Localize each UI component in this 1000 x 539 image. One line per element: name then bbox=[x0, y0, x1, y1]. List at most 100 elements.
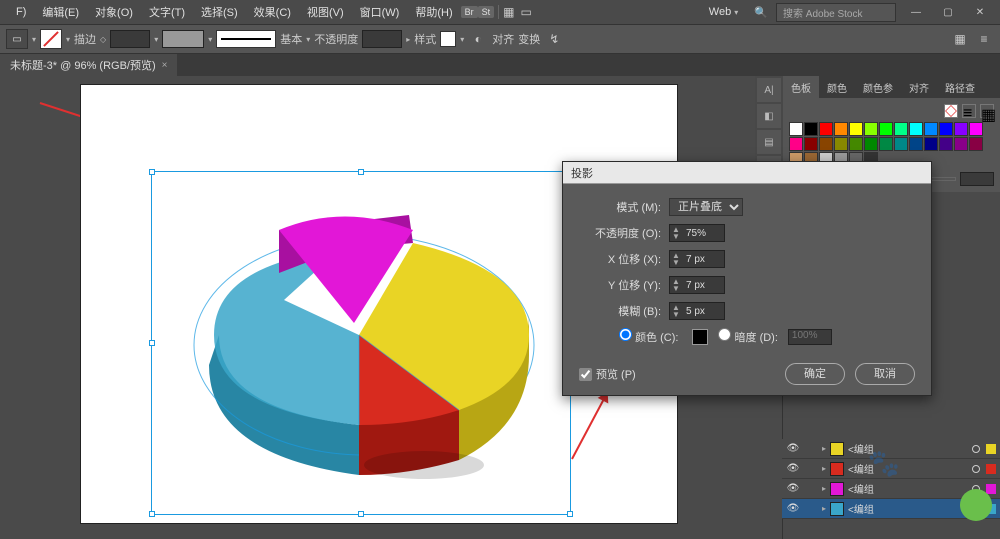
menu-window[interactable]: 窗口(W) bbox=[352, 4, 408, 20]
ok-button[interactable]: 确定 bbox=[785, 363, 845, 385]
grid-view-icon[interactable]: ▦ bbox=[980, 104, 994, 118]
document-tab[interactable]: 未标题-3* @ 96% (RGB/预览) × bbox=[0, 54, 177, 76]
blur-input[interactable]: ▲▼5 px bbox=[669, 302, 725, 320]
expand-icon[interactable]: ▸ bbox=[822, 484, 826, 493]
color-swatch[interactable] bbox=[692, 329, 708, 345]
workspace-switcher[interactable]: Web ▾ bbox=[701, 6, 747, 18]
expand-icon[interactable]: ▸ bbox=[822, 444, 826, 453]
recolor-icon[interactable]: ◐ bbox=[468, 29, 488, 49]
swatch[interactable] bbox=[864, 122, 878, 136]
maximize-button[interactable]: ▢ bbox=[936, 7, 960, 18]
tab-swatches[interactable]: 色板 bbox=[783, 76, 819, 98]
mode-select[interactable]: 正片叠底 bbox=[669, 198, 743, 216]
menu-effect[interactable]: 效果(C) bbox=[246, 4, 299, 20]
swatch[interactable] bbox=[909, 122, 923, 136]
swatch[interactable] bbox=[834, 137, 848, 151]
visibility-icon[interactable]: 👁 bbox=[786, 443, 800, 454]
dialog-title[interactable]: 投影 bbox=[563, 162, 931, 184]
swatch[interactable] bbox=[849, 122, 863, 136]
list-view-icon[interactable]: ≡ bbox=[962, 104, 976, 118]
y-offset-input[interactable]: ▲▼7 px bbox=[669, 276, 725, 294]
swatch[interactable] bbox=[924, 122, 938, 136]
stroke-profile[interactable] bbox=[216, 30, 276, 48]
bridge-badge[interactable]: Br bbox=[461, 6, 478, 18]
resize-handle[interactable] bbox=[149, 340, 155, 346]
stroke-weight-input[interactable] bbox=[110, 30, 150, 48]
swatch[interactable] bbox=[954, 122, 968, 136]
resize-handle[interactable] bbox=[567, 511, 573, 517]
close-button[interactable]: ✕ bbox=[968, 7, 992, 18]
panel-icon[interactable]: A| bbox=[757, 78, 781, 102]
swatch[interactable] bbox=[924, 137, 938, 151]
menu-select[interactable]: 选择(S) bbox=[193, 4, 246, 20]
expand-icon[interactable]: ▸ bbox=[822, 504, 826, 513]
visibility-icon[interactable]: 👁 bbox=[786, 483, 800, 494]
menu-view[interactable]: 视图(V) bbox=[299, 4, 352, 20]
resize-handle[interactable] bbox=[149, 169, 155, 175]
swatch[interactable] bbox=[864, 137, 878, 151]
search-input[interactable]: 搜索 Adobe Stock bbox=[776, 3, 896, 22]
layer-thumbnail bbox=[830, 482, 844, 496]
darkness-radio[interactable]: 暗度 (D): bbox=[718, 328, 777, 345]
fill-stroke-icon[interactable] bbox=[944, 104, 958, 118]
swatch[interactable] bbox=[879, 122, 893, 136]
panel-icon[interactable]: ◧ bbox=[757, 104, 781, 128]
panel-menu-icon[interactable]: ≡ bbox=[974, 29, 994, 49]
minimize-button[interactable]: — bbox=[904, 7, 928, 18]
swatch[interactable] bbox=[804, 137, 818, 151]
fill-swatch[interactable] bbox=[40, 29, 62, 49]
menu-object[interactable]: 对象(O) bbox=[87, 4, 141, 20]
transform-label[interactable]: 变换 bbox=[518, 31, 540, 47]
swatch[interactable] bbox=[819, 122, 833, 136]
expand-icon[interactable]: ▸ bbox=[822, 464, 826, 473]
swatch[interactable] bbox=[969, 122, 983, 136]
swatch[interactable] bbox=[834, 122, 848, 136]
resize-handle[interactable] bbox=[149, 511, 155, 517]
opacity-input[interactable] bbox=[362, 30, 402, 48]
swatch[interactable] bbox=[879, 137, 893, 151]
dock-icon[interactable]: ▦ bbox=[950, 29, 970, 49]
target-icon[interactable] bbox=[972, 465, 980, 473]
isolate-icon[interactable]: ↯ bbox=[544, 29, 564, 49]
chevron-down-icon[interactable]: ▾ bbox=[32, 35, 36, 44]
swatch[interactable] bbox=[894, 122, 908, 136]
graphic-style-swatch[interactable] bbox=[440, 31, 456, 47]
swatch[interactable] bbox=[894, 137, 908, 151]
menu-file[interactable]: F) bbox=[8, 6, 34, 18]
opacity-input[interactable]: ▲▼75% bbox=[669, 224, 725, 242]
color-radio[interactable]: 颜色 (C): bbox=[619, 328, 678, 345]
tab-color[interactable]: 颜色 bbox=[819, 76, 855, 98]
swatch[interactable] bbox=[819, 137, 833, 151]
swatch[interactable] bbox=[969, 137, 983, 151]
drop-shadow-dialog[interactable]: 投影 模式 (M): 正片叠底 不透明度 (O): ▲▼75% X 位移 (X)… bbox=[562, 161, 932, 396]
stock-badge[interactable]: St bbox=[478, 6, 495, 18]
visibility-icon[interactable]: 👁 bbox=[786, 463, 800, 474]
swatch[interactable] bbox=[789, 122, 803, 136]
menu-edit[interactable]: 编辑(E) bbox=[34, 4, 87, 20]
swatch[interactable] bbox=[849, 137, 863, 151]
visibility-icon[interactable]: 👁 bbox=[786, 503, 800, 514]
cancel-button[interactable]: 取消 bbox=[855, 363, 915, 385]
target-icon[interactable] bbox=[972, 445, 980, 453]
tab-align[interactable]: 对齐 bbox=[901, 76, 937, 98]
swatch[interactable] bbox=[939, 122, 953, 136]
swatch[interactable] bbox=[804, 122, 818, 136]
no-selection-icon[interactable]: ▭ bbox=[6, 29, 28, 49]
swatch[interactable] bbox=[789, 137, 803, 151]
preview-checkbox[interactable]: 预览 (P) bbox=[579, 366, 636, 382]
panel-icon[interactable]: ▤ bbox=[757, 130, 781, 154]
menu-text[interactable]: 文字(T) bbox=[141, 4, 193, 20]
tab-color-guide[interactable]: 颜色参 bbox=[855, 76, 901, 98]
tab-pathfinder[interactable]: 路径查 bbox=[937, 76, 983, 98]
close-tab-icon[interactable]: × bbox=[162, 60, 168, 71]
stroke-color-swatch[interactable] bbox=[162, 30, 204, 48]
swatch[interactable] bbox=[939, 137, 953, 151]
pie-chart-artwork[interactable] bbox=[159, 175, 559, 515]
align-label[interactable]: 对齐 bbox=[492, 31, 514, 47]
swatch[interactable] bbox=[954, 137, 968, 151]
arrange-icon[interactable]: ▭ bbox=[520, 5, 531, 19]
x-offset-input[interactable]: ▲▼7 px bbox=[669, 250, 725, 268]
grid-icon[interactable]: ▦ bbox=[503, 5, 514, 19]
swatch[interactable] bbox=[909, 137, 923, 151]
menu-help[interactable]: 帮助(H) bbox=[407, 4, 460, 20]
